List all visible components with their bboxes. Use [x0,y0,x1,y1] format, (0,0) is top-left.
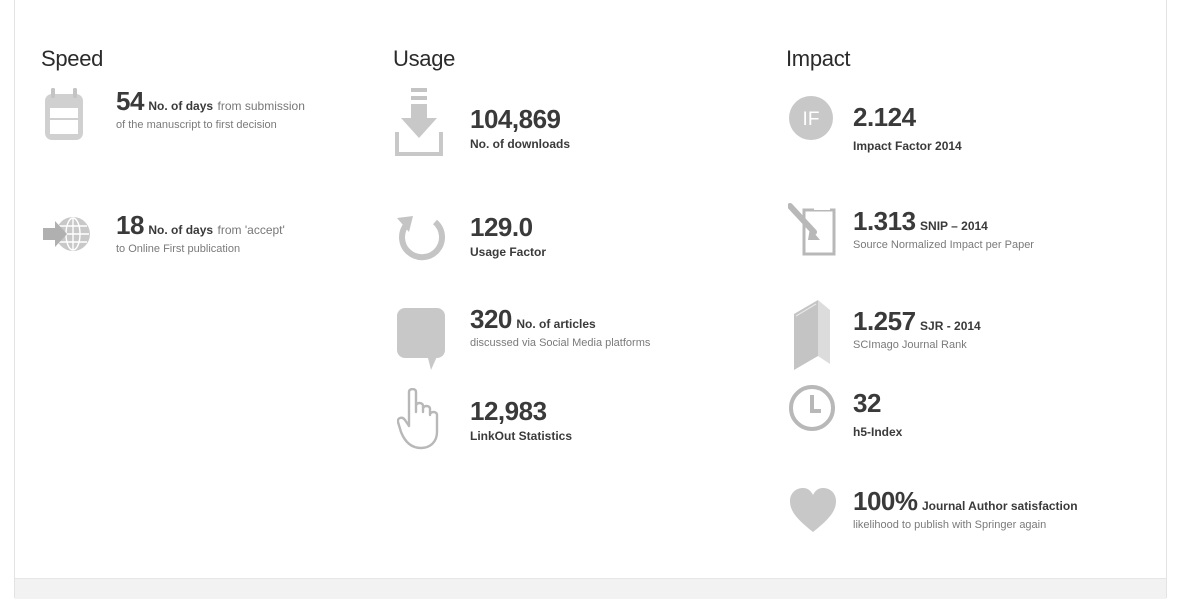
speed-decision-value: 54 [116,86,144,116]
usage-factor-label: Usage Factor [470,245,547,259]
usage-linkout-label: LinkOut Statistics [470,429,573,443]
impact-sjr-value: 1.257 [853,306,916,336]
impact-satisfaction-label: Journal Author satisfaction [921,499,1078,513]
impact-sjr-description: SCImago Journal Rank [853,339,967,351]
impact-factor-value: 2.124 [853,102,916,132]
panel-footer-bar [15,578,1166,599]
speed-decision-label: No. of days [148,99,214,113]
globe-arrow-icon [41,210,97,260]
speed-decision-description: of the manuscript to first decision [116,119,277,131]
usage-social-value: 320 [470,304,512,334]
speed-decision-label-rest: from submission [217,99,305,113]
impact-snip-description: Source Normalized Impact per Paper [853,239,1034,251]
calendar-icon [41,86,87,148]
impact-h5-label: h5-Index [853,425,903,439]
pointer-hand-icon [397,388,441,450]
speed-online-value: 18 [116,210,144,240]
usage-factor-value: 129.0 [470,212,533,242]
usage-heading: Usage [393,46,456,71]
impact-h5-value: 32 [853,388,881,418]
clock-icon [788,384,838,434]
impact-satisfaction-value: 100% [853,486,918,516]
speed-online-label-rest: from 'accept' [217,223,285,237]
impact-satisfaction-description: likelihood to publish with Springer agai… [853,519,1047,531]
book-icon [788,296,834,372]
journal-metrics-panel: Speed 54 No. of days from submission of … [14,0,1167,599]
impact-factor-icon: IF [788,94,836,142]
speed-online-description: to Online First publication [116,243,241,255]
heart-icon [788,486,838,536]
impact-factor-label: Impact Factor 2014 [853,139,962,153]
impact-sjr-label: SJR - 2014 [920,319,981,333]
impact-snip-label: SNIP – 2014 [920,219,988,233]
impact-snip-value: 1.313 [853,206,916,236]
usage-social-description: discussed via Social Media platforms [470,337,651,349]
download-icon [395,88,445,158]
usage-downloads-value: 104,869 [470,104,561,134]
usage-linkout-value: 12,983 [470,396,547,426]
speed-heading: Speed [41,46,104,71]
usage-downloads-label: No. of downloads [470,137,570,151]
edit-document-icon [788,202,842,262]
impact-factor-icon-text: IF [803,109,820,130]
refresh-icon [395,212,445,268]
usage-social-label: No. of articles [516,317,596,331]
impact-heading: Impact [786,46,851,71]
speech-bubble-icon [397,304,447,370]
speed-online-label: No. of days [148,223,214,237]
